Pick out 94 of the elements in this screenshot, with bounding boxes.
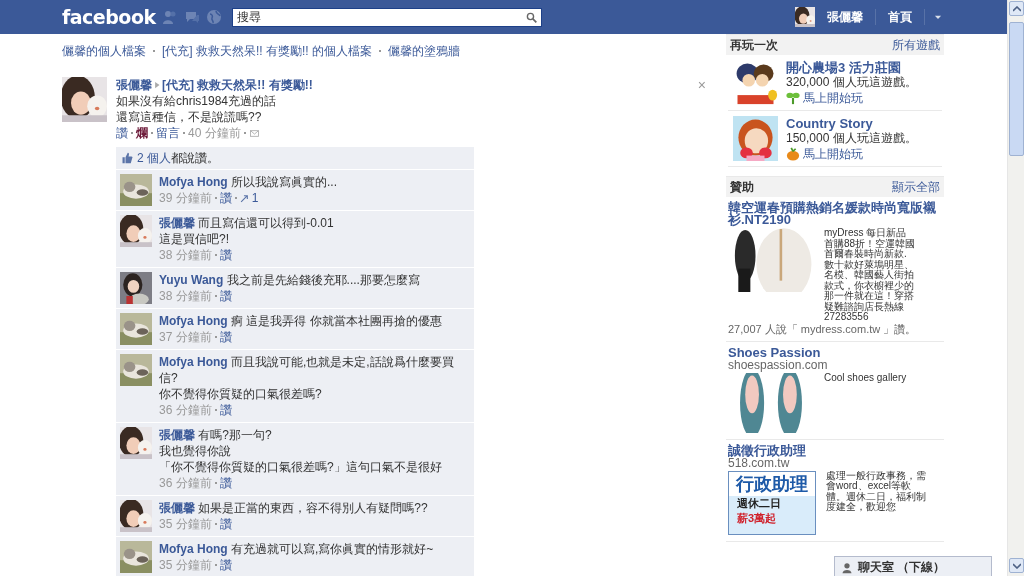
search-bar[interactable]: 搜尋 — [231, 7, 542, 27]
play-link[interactable]: 馬上開始玩 — [803, 146, 863, 162]
friends-icon[interactable] — [161, 9, 178, 25]
like-link[interactable]: 讚 — [219, 190, 232, 206]
arrow-icon — [239, 193, 249, 203]
globe-icon[interactable] — [205, 9, 222, 25]
commenter-link[interactable]: Mofya Hong — [159, 175, 228, 189]
commenter-link[interactable]: Yuyu Wang — [159, 273, 224, 287]
ad-title-link[interactable]: Shoes Passion — [728, 346, 942, 359]
ad-domain: shoespassion.com — [728, 358, 829, 371]
breadcrumb-link[interactable]: 儷馨的塗鴉牆 — [388, 42, 460, 60]
action-link[interactable]: 留言 — [156, 125, 180, 141]
scroll-down-button[interactable] — [1009, 558, 1024, 573]
see-all-link[interactable]: 顯示全部 — [892, 179, 940, 195]
comment-time: 37 分鐘前 — [159, 329, 212, 345]
ad-text: myDress 每日新品首購88折！空運韓國首爾春裝時尚新款.數十款好萊塢明星、名模、韓國藝人街拍款式，你衣櫥裡少的那一件就在這！穿搭疑難諮詢店長熱線27283556 — [824, 228, 916, 323]
breadcrumb-link[interactable]: 儷馨的個人檔案 — [62, 42, 146, 60]
comment-text: Yuyu Wang 我之前是先給錢後充耶....那要怎麼寫 — [159, 272, 420, 288]
chat-bar[interactable]: 聊天室 （下線） — [834, 556, 992, 576]
banner-point: 薪3萬起 — [736, 510, 778, 526]
action-link[interactable]: 爛 — [136, 125, 148, 141]
section-title: 贊助 — [730, 179, 754, 195]
comment-text: 張儷馨 如果是正當的東西，容不得別人有疑問嗎?? — [159, 500, 428, 516]
comment-text: 我也覺得你說 — [159, 444, 231, 458]
like-link[interactable]: 讚 — [219, 516, 232, 532]
like-count-link[interactable]: 1 — [251, 190, 259, 206]
page-link[interactable]: [代充] 救救天然呆!! 有獎勵!! — [162, 77, 313, 93]
comment-time: 36 分鐘前 — [159, 475, 212, 491]
like-link[interactable]: 讚 — [219, 247, 232, 263]
comment-text: Mofya Hong 痾 這是我弄得 你就當本社團再搶的優惠 — [159, 313, 442, 329]
author-link[interactable]: 張儷馨 — [116, 77, 152, 93]
comment-text: Mofya Hong 所以我說寫眞實的... — [159, 174, 338, 190]
players-count: 320,000 個人玩這遊戲。 — [786, 75, 917, 90]
all-games-link[interactable]: 所有遊戲 — [892, 37, 940, 53]
comment-text: 你不覺得你質疑的口氣很差嗎? — [159, 387, 322, 401]
comment-text: Mofya Hong 有充過就可以寫,寫你眞實的情形就好~ — [159, 541, 434, 557]
comment-text: Mofya Hong 而且我說可能,也就是未定,話說爲什麼要買信? — [159, 354, 455, 386]
home-link[interactable]: 首頁 — [884, 6, 916, 28]
game-title-link[interactable]: 開心農場3 活力莊園 — [786, 60, 917, 75]
like-link[interactable]: 讚 — [219, 557, 232, 573]
play-link[interactable]: 馬上開始玩 — [803, 90, 863, 106]
post-text: 還寫這種信，不是說謊嗎?? — [116, 109, 262, 125]
post-time: 40 分鐘前 — [188, 125, 241, 141]
comment-text: 這是買信吧?! — [159, 232, 229, 246]
banner-headline: 行政助理 — [729, 471, 815, 496]
ad-domain: 518.com.tw — [728, 456, 790, 469]
sprout-icon — [786, 91, 800, 105]
ad-title-link[interactable]: 誠徵行政助理 — [728, 444, 942, 457]
ad-text: 處理一般行政事務，需會word、excel等軟體。週休二日，福利制度建全，歡迎您 — [826, 470, 926, 514]
action-link[interactable]: 讚 — [116, 125, 128, 141]
ad-text: Cool shoes gallery — [824, 372, 908, 385]
search-field[interactable]: 搜尋 — [236, 10, 526, 24]
triangle-icon — [152, 80, 162, 90]
scrollbar[interactable] — [1007, 0, 1024, 576]
like-link[interactable]: 讚 — [219, 475, 232, 491]
envelope-icon[interactable] — [248, 128, 260, 138]
likes-text: 都說讚。 — [171, 150, 219, 166]
commenter-link[interactable]: 張儷馨 — [159, 428, 195, 442]
facebook-logo[interactable]: facebook — [62, 6, 156, 28]
commenter-link[interactable]: 張儷馨 — [159, 501, 195, 515]
comment-text: 張儷馨 而且寫信還可以得到-0.01 — [159, 215, 334, 231]
breadcrumb-link[interactable]: [代充] 救救天然呆!! 有獎勵!! 的個人檔案 — [162, 42, 372, 60]
commenter-link[interactable]: 張儷馨 — [159, 216, 195, 230]
comment-time: 36 分鐘前 — [159, 402, 212, 418]
comment-time: 38 分鐘前 — [159, 288, 212, 304]
likers-link[interactable]: 2 個人 — [137, 150, 171, 166]
post-text: 如果沒有給chris1984充過的話 — [116, 93, 277, 109]
comment-time: 39 分鐘前 — [159, 190, 212, 206]
comment-text: 張儷馨 有嗎?那一句? — [159, 427, 273, 443]
comment-time: 35 分鐘前 — [159, 557, 212, 573]
profile-link[interactable]: 張儷馨 — [823, 6, 867, 28]
like-link[interactable]: 讚 — [219, 402, 232, 418]
banner-point: 週休二日 — [736, 495, 782, 511]
commenter-link[interactable]: Mofya Hong — [159, 314, 228, 328]
comment-time: 38 分鐘前 — [159, 247, 212, 263]
scrollbar-thumb[interactable] — [1009, 22, 1024, 156]
comment-text: 「你不覺得你質疑的口氣很差嗎?」這句口氣不是很好 — [159, 460, 442, 474]
ad-likes-text: 27,007 人說「 mydress.com.tw 」讚。 — [728, 323, 918, 335]
like-link[interactable]: 讚 — [219, 288, 232, 304]
scroll-up-button[interactable] — [1009, 1, 1024, 16]
chat-label: 聊天室 （下線） — [858, 559, 946, 576]
thumbs-up-icon — [121, 152, 133, 164]
person-icon — [841, 561, 853, 574]
game-title-link[interactable]: Country Story — [786, 116, 917, 131]
commenter-link[interactable]: Mofya Hong — [159, 542, 228, 556]
messages-icon[interactable] — [183, 9, 200, 25]
ad-title-link[interactable]: 韓空運春預購熱銷名媛款時尚寬版襯衫.NT2190 — [728, 202, 942, 226]
commenter-link[interactable]: Mofya Hong — [159, 355, 228, 369]
search-icon — [525, 11, 537, 23]
like-link[interactable]: 讚 — [219, 329, 232, 345]
pumpkin-icon — [786, 147, 800, 161]
comment-time: 35 分鐘前 — [159, 516, 212, 532]
section-title: 再玩一次 — [730, 37, 778, 53]
players-count: 150,000 個人玩這遊戲。 — [786, 131, 917, 146]
